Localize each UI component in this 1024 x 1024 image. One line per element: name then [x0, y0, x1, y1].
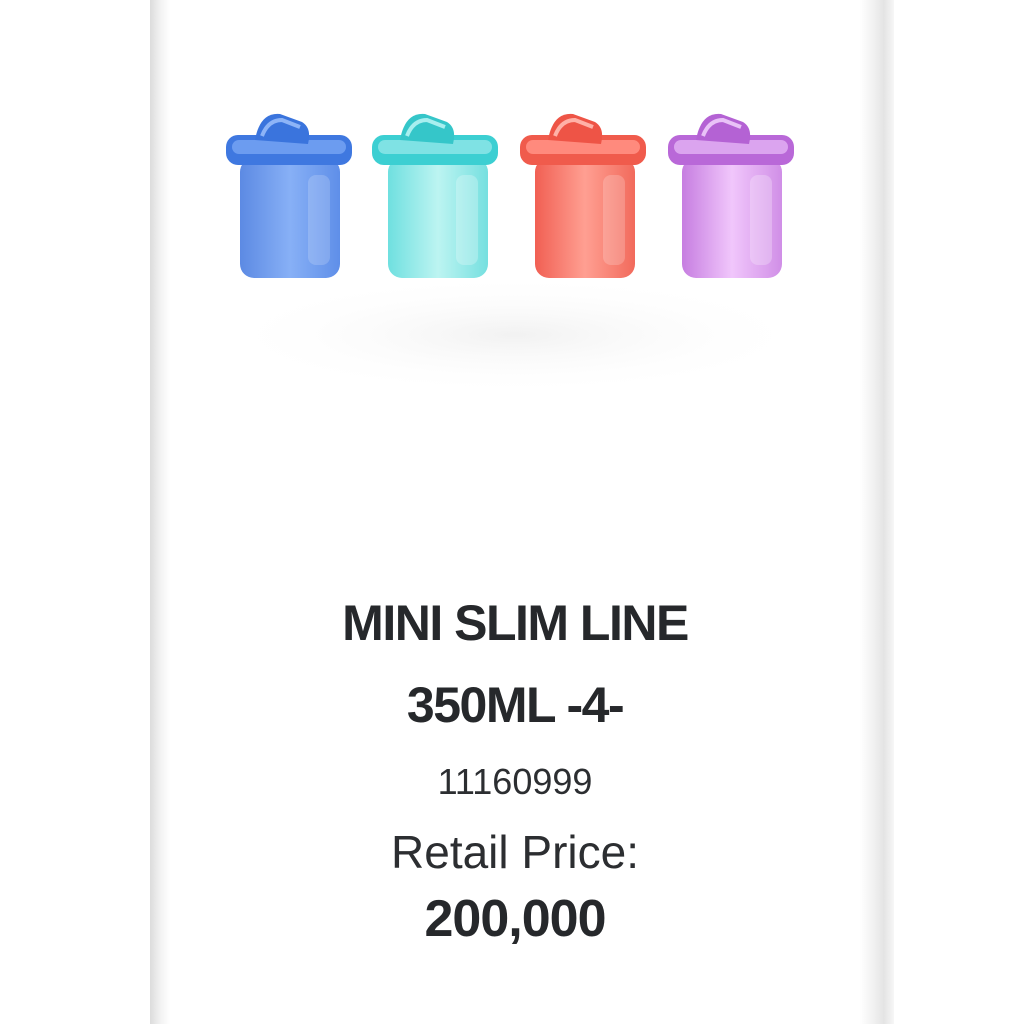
- aqua-container: [372, 113, 498, 278]
- product-title[interactable]: MINI SLIM LINE 350ML -4-: [170, 582, 860, 746]
- product-image[interactable]: [210, 100, 820, 400]
- product-photo-svg: [215, 113, 815, 395]
- retail-price-label: Retail Price:: [391, 826, 639, 878]
- product-info: MINI SLIM LINE 350ML -4- 11160999 Retail…: [170, 582, 860, 950]
- product-sku: 11160999: [437, 761, 593, 802]
- product-title-line1: MINI SLIM LINE: [342, 595, 689, 651]
- page: MINI SLIM LINE 350ML -4- 11160999 Retail…: [0, 0, 1024, 1024]
- retail-price-value: 200,000: [424, 890, 607, 948]
- left-edge-shadow: [150, 0, 170, 1024]
- coral-container: [520, 113, 646, 278]
- purple-container: [668, 113, 794, 278]
- right-edge-shadow: [860, 0, 894, 1024]
- product-card[interactable]: MINI SLIM LINE 350ML -4- 11160999 Retail…: [170, 0, 860, 1024]
- blue-container: [226, 113, 352, 278]
- product-title-line2: 350ML -4-: [406, 677, 625, 733]
